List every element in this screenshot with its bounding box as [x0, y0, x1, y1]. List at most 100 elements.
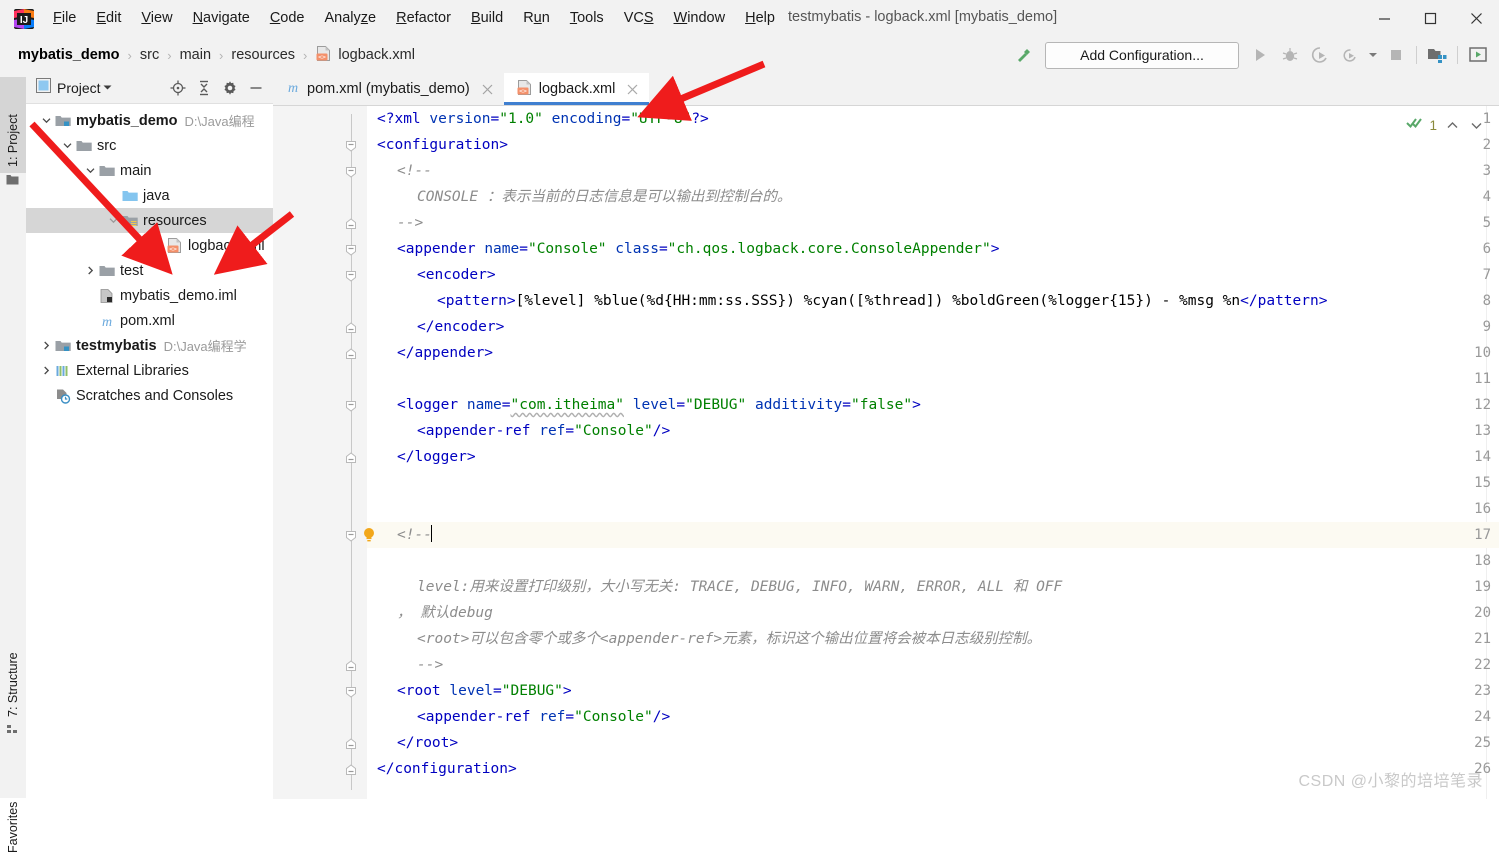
tree-item-label: mybatis_demo — [76, 112, 178, 129]
sidebar-item-favorites[interactable]: Favorites — [0, 753, 26, 859]
code-content: 1 <?xml version="1.0" encoding="UTF-8"?> 2… — [273, 106, 1499, 799]
menu-item-file[interactable]: File — [44, 8, 85, 30]
collapse-all-icon[interactable] — [191, 75, 217, 101]
locate-file-icon[interactable] — [165, 75, 191, 101]
chevron-down-icon[interactable] — [59, 138, 75, 154]
tree-item-src[interactable]: src — [26, 133, 273, 158]
menu-item-refactor[interactable]: Refactor — [387, 8, 460, 30]
inspection-widget[interactable]: 1 — [1406, 114, 1485, 136]
run-with-coverage-icon[interactable] — [1305, 40, 1335, 70]
menu-item-view[interactable]: View — [132, 8, 181, 30]
code-line: ， 默认debug — [377, 600, 1499, 626]
menu-item-edit[interactable]: Edit — [87, 8, 130, 30]
close-icon[interactable] — [625, 82, 640, 97]
menu-item-vcs[interactable]: VCS — [615, 8, 663, 30]
menu-item-tools[interactable]: Tools — [561, 8, 613, 30]
tree-item-test[interactable]: test — [26, 258, 273, 283]
debug-icon[interactable] — [1275, 40, 1305, 70]
stop-icon[interactable] — [1381, 40, 1411, 70]
tree-item-pom-xml[interactable]: m pom.xml — [26, 308, 273, 333]
tree-item-resources[interactable]: resources — [26, 208, 273, 233]
run-icon[interactable] — [1245, 40, 1275, 70]
search-everywhere-icon[interactable] — [1463, 40, 1493, 70]
code-token: ?> — [691, 111, 709, 127]
chevron-down-icon[interactable] — [103, 79, 112, 97]
chevron-right-icon[interactable] — [38, 363, 54, 379]
tree-item-scratches-and-consoles[interactable]: Scratches and Consoles — [26, 383, 273, 408]
code-line: --> — [377, 210, 1499, 236]
menu-bar: File Edit View Navigate Code Analyze Ref… — [43, 0, 785, 37]
breadcrumb-item-resources[interactable]: resources — [231, 47, 295, 63]
sidebar-item-structure[interactable]: 7: Structure — [0, 613, 26, 723]
close-icon[interactable] — [480, 82, 495, 97]
code-token: level:用来设置打印级别，大小写无关: TRACE, DEBUG, INFO… — [417, 579, 1063, 595]
tree-item-main[interactable]: main — [26, 158, 273, 183]
chevron-down-icon[interactable] — [1467, 116, 1485, 134]
tree-item-mybatis-demo[interactable]: mybatis_demo D:\Java编程 — [26, 108, 273, 133]
code-token: > — [562, 683, 572, 699]
code-token: = — [676, 397, 686, 413]
tab-logback-xml[interactable]: <> logback.xml — [503, 73, 650, 105]
svg-text:m: m — [101, 315, 111, 329]
code-token: <!-- — [397, 527, 432, 543]
minimize-button[interactable] — [1361, 0, 1407, 37]
project-panel-header: Project — [26, 73, 273, 104]
breadcrumb-item-main[interactable]: main — [180, 47, 211, 63]
tree-item-external-libraries[interactable]: External Libraries — [26, 358, 273, 383]
maximize-button[interactable] — [1407, 0, 1453, 37]
svg-text:m: m — [288, 81, 298, 95]
code-token: > — [912, 397, 921, 413]
chevron-down-icon[interactable] — [105, 213, 121, 229]
chevron-right-icon[interactable] — [38, 338, 54, 354]
menu-item-help[interactable]: Help — [736, 8, 784, 30]
menu-item-navigate[interactable]: Navigate — [184, 8, 259, 30]
profile-dropdown-icon[interactable] — [1335, 40, 1365, 70]
tree-item-logback-xml[interactable]: <> logback.xml — [26, 233, 273, 258]
chevron-down-icon[interactable] — [38, 113, 54, 129]
chevron-down-icon[interactable] — [1365, 40, 1381, 70]
breadcrumb: mybatis_demo › src › main › resources › … — [18, 37, 415, 73]
tree-item-mybatis-demo-iml[interactable]: mybatis_demo.iml — [26, 283, 273, 308]
code-token: = — [490, 111, 500, 127]
tree-item-label: External Libraries — [76, 362, 189, 379]
project-view-icon — [36, 78, 51, 98]
intention-bulb-icon[interactable] — [361, 527, 377, 543]
code-token: <appender — [397, 241, 485, 257]
project-panel-title: Project — [57, 80, 101, 96]
project-structure-icon[interactable] — [1422, 40, 1452, 70]
code-line: <?xml version="1.0" encoding="UTF-8"?> — [377, 106, 1499, 132]
breadcrumb-item-project[interactable]: mybatis_demo — [18, 47, 120, 63]
svg-text:<>: <> — [169, 245, 177, 253]
tree-item-testmybatis[interactable]: testmybatis D:\Java编程学 — [26, 333, 273, 358]
code-token: "DEBUG" — [685, 397, 747, 413]
tree-item-label: test — [120, 262, 144, 279]
breadcrumb-item-logback[interactable]: <> logback.xml — [315, 45, 415, 66]
add-configuration-button[interactable]: Add Configuration... — [1045, 41, 1239, 69]
tab-pom-xml[interactable]: m pom.xml (mybatis_demo) — [273, 73, 504, 105]
svg-text:<>: <> — [519, 87, 527, 95]
menu-item-build[interactable]: Build — [462, 8, 512, 30]
close-button[interactable] — [1453, 0, 1499, 37]
tree-item-label: main — [120, 162, 152, 179]
editor-tab-label: pom.xml (mybatis_demo) — [307, 81, 470, 97]
folder-icon — [98, 262, 115, 279]
menu-item-code[interactable]: Code — [261, 8, 314, 30]
code-editor[interactable]: 1 <?xml version="1.0" encoding="UTF-8"?> 2… — [273, 106, 1499, 799]
chevron-down-icon[interactable] — [82, 163, 98, 179]
chevron-right-icon[interactable] — [82, 263, 98, 279]
menu-item-run[interactable]: Run — [514, 8, 559, 30]
code-token: </pattern> — [1240, 293, 1328, 309]
menu-item-analyze[interactable]: Analyze — [316, 8, 386, 30]
build-hammer-icon[interactable] — [1009, 40, 1039, 70]
tree-item-java[interactable]: java — [26, 183, 273, 208]
menu-item-window[interactable]: Window — [665, 8, 735, 30]
breadcrumb-item-src[interactable]: src — [140, 47, 159, 63]
code-line: <appender name="Console" class="ch.qos.l… — [377, 236, 1499, 262]
settings-gear-icon[interactable] — [217, 75, 243, 101]
code-token: <logger — [397, 397, 467, 413]
sidebar-item-project[interactable]: 1: Project — [0, 77, 26, 173]
chevron-up-icon[interactable] — [1443, 116, 1461, 134]
hide-panel-icon[interactable] — [243, 75, 269, 101]
